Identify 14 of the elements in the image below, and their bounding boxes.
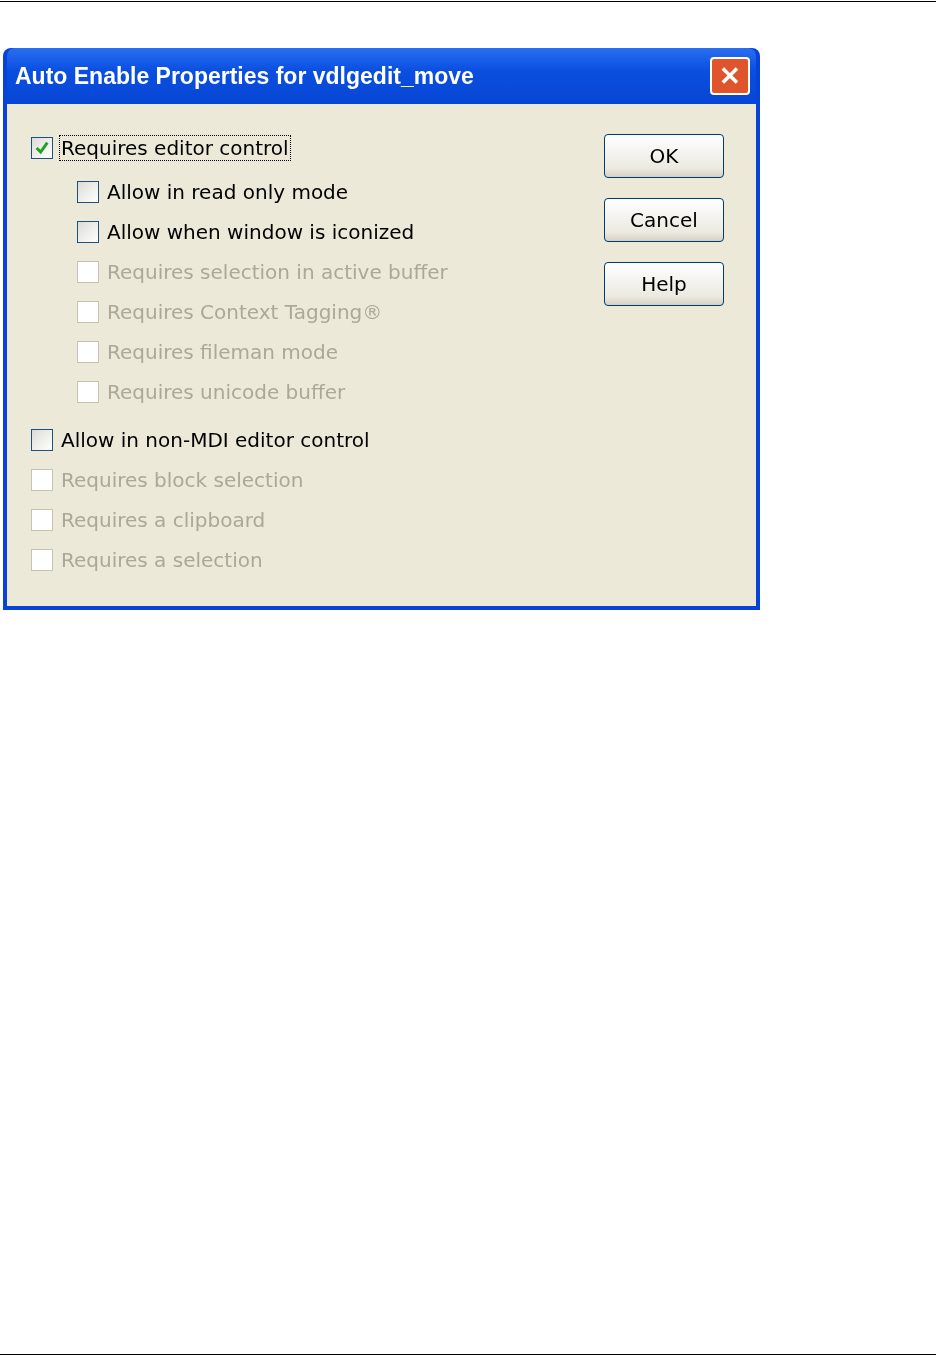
dialog-button[interactable]: OK <box>604 134 724 178</box>
dialog-button[interactable]: Help <box>604 262 724 306</box>
check-icon <box>34 140 50 156</box>
checkbox-label[interactable]: Requires editor control <box>59 135 291 161</box>
checkbox-label[interactable]: Allow when window is iconized <box>105 219 417 245</box>
close-button[interactable]: ✕ <box>710 57 750 95</box>
dialog-button[interactable]: Cancel <box>604 198 724 242</box>
checkbox[interactable] <box>31 429 53 451</box>
checkbox-label[interactable]: Allow in non-MDI editor control <box>59 427 372 453</box>
checkbox[interactable] <box>77 181 99 203</box>
checkbox[interactable] <box>77 221 99 243</box>
checkbox[interactable] <box>31 137 53 159</box>
window-title: Auto Enable Properties for vdlgedit_move <box>15 62 474 90</box>
checkbox-label[interactable]: Allow in read only mode <box>105 179 351 205</box>
